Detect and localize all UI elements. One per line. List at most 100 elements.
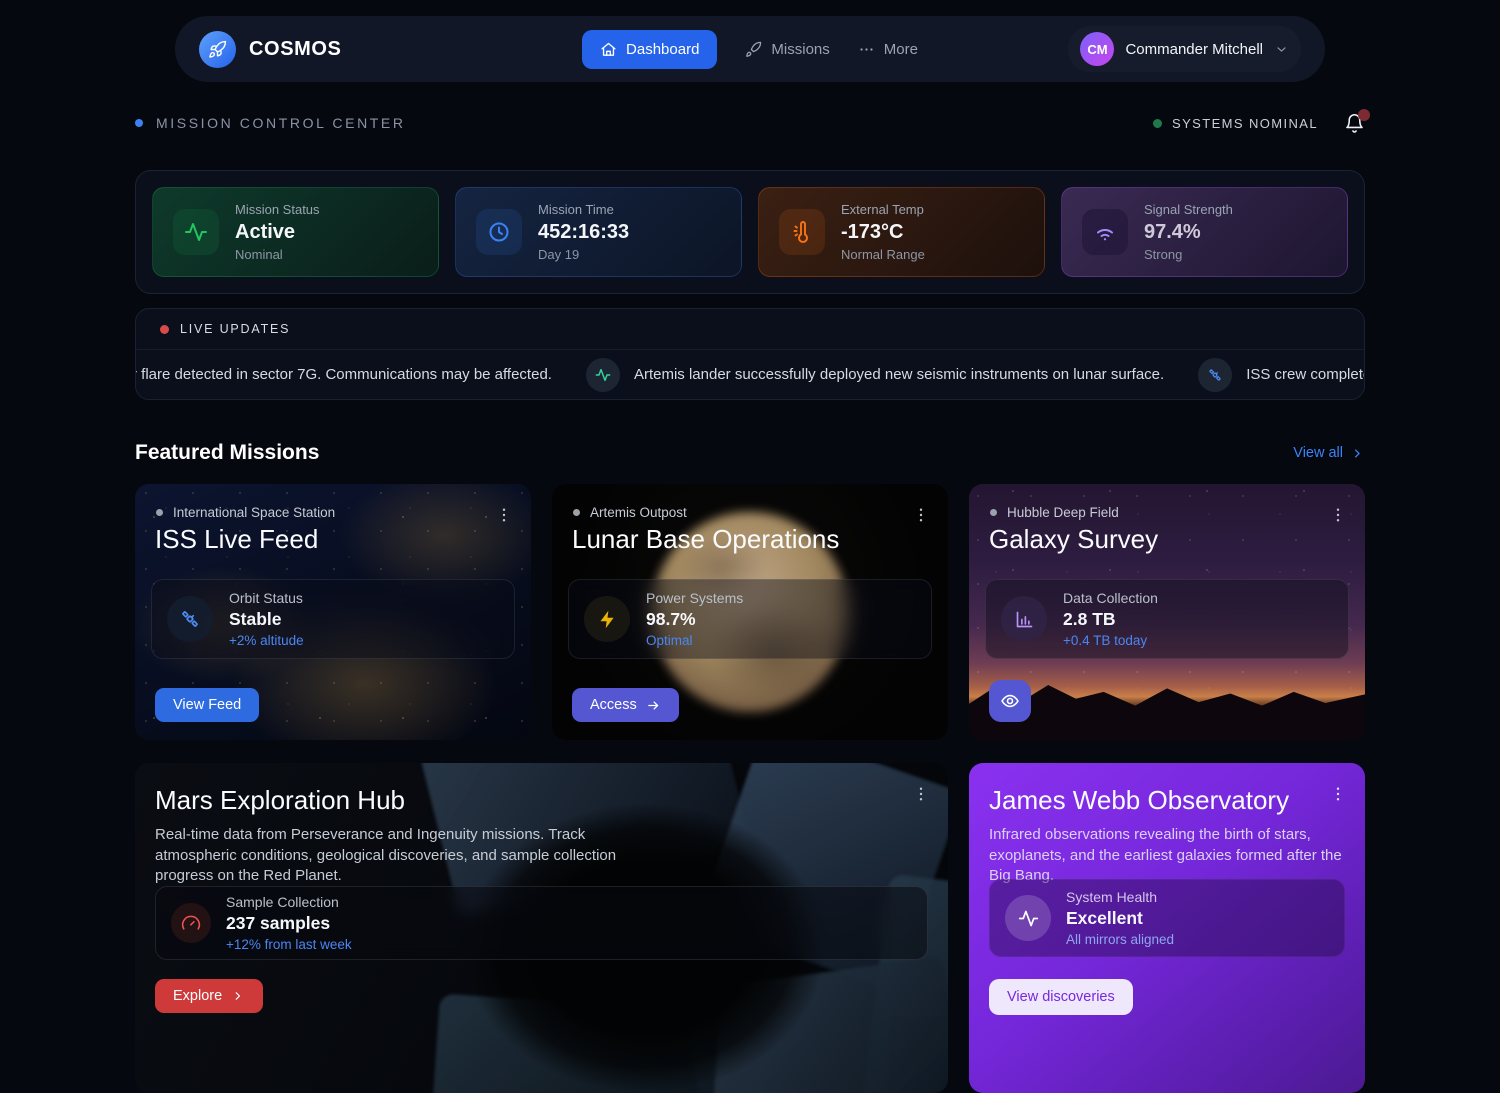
activity-icon (1005, 895, 1051, 941)
zap-icon (584, 596, 630, 642)
avatar: CM (1080, 32, 1114, 66)
notifications-button[interactable] (1344, 113, 1365, 134)
stat-label: Mission Status (235, 202, 320, 217)
nav-item-more[interactable]: More (858, 41, 918, 58)
card-menu-button[interactable] (1325, 781, 1351, 807)
view-button[interactable] (989, 680, 1031, 722)
card-iss-live-feed: International Space Station ISS Live Fee… (135, 484, 531, 740)
panel-label: Power Systems (646, 590, 743, 606)
view-feed-button[interactable]: View Feed (155, 688, 259, 722)
user-menu[interactable]: CM Commander Mitchell (1068, 26, 1301, 72)
access-button[interactable]: Access (572, 688, 679, 722)
card-title: Mars Exploration Hub (155, 785, 405, 816)
card-menu-button[interactable] (491, 502, 517, 528)
badge-label: International Space Station (173, 505, 335, 520)
chevron-right-icon (1350, 446, 1365, 461)
view-discoveries-button[interactable]: View discoveries (989, 979, 1133, 1015)
wifi-icon (1082, 209, 1128, 255)
mission-control-row: MISSION CONTROL CENTER SYSTEMS NOMINAL (135, 112, 1365, 134)
card-menu-button[interactable] (1325, 502, 1351, 528)
panel-label: System Health (1066, 889, 1174, 905)
satellite-icon (1198, 358, 1232, 392)
card-stat-panel: Orbit Status Stable +2% altitude (151, 579, 515, 659)
card-title: ISS Live Feed (155, 524, 318, 555)
nav-label: Dashboard (626, 41, 699, 58)
rocket-logo-icon (199, 31, 236, 68)
stats-panel: Mission Status Active Nominal Mission Ti… (135, 170, 1365, 294)
chevron-right-icon (231, 989, 245, 1003)
badge-dot (156, 509, 163, 516)
card-menu-button[interactable] (908, 502, 934, 528)
home-icon (600, 41, 617, 58)
card-badge: Artemis Outpost (573, 505, 687, 520)
ellipsis-icon (858, 41, 875, 58)
card-galaxy-survey: Hubble Deep Field Galaxy Survey Data Col… (969, 484, 1365, 740)
systems-status: SYSTEMS NOMINAL (1153, 116, 1318, 131)
panel-value: 98.7% (646, 609, 743, 630)
top-navbar: COSMOS Dashboard Missions More CM Comman… (175, 16, 1325, 82)
panel-sub: +12% from last week (226, 937, 352, 953)
clock-icon (476, 209, 522, 255)
activity-icon (173, 209, 219, 255)
nav-label: Missions (771, 41, 829, 58)
panel-label: Orbit Status (229, 590, 304, 606)
panel-sub: Optimal (646, 633, 743, 649)
brand: COSMOS (199, 31, 582, 68)
card-title: Lunar Base Operations (572, 524, 839, 555)
panel-value: 237 samples (226, 913, 352, 934)
badge-dot (573, 509, 580, 516)
activity-icon (586, 358, 620, 392)
systems-status-label: SYSTEMS NOMINAL (1172, 116, 1318, 131)
card-description: Infrared observations revealing the birt… (989, 825, 1347, 887)
stat-sub: Normal Range (841, 247, 925, 262)
panel-value: Excellent (1066, 908, 1174, 929)
card-stat-panel: Sample Collection 237 samples +12% from … (155, 886, 928, 960)
stat-mission-status: Mission Status Active Nominal (152, 187, 439, 277)
button-label: View discoveries (1007, 989, 1115, 1005)
live-updates-title: LIVE UPDATES (180, 322, 290, 336)
stat-label: Mission Time (538, 202, 629, 217)
explore-button[interactable]: Explore (155, 979, 263, 1013)
panel-sub: +2% altitude (229, 633, 304, 649)
ticker-text: Solar flare detected in sector 7G. Commu… (136, 366, 552, 383)
eye-icon (1000, 691, 1020, 711)
thermometer-icon (779, 209, 825, 255)
stat-sub: Nominal (235, 247, 320, 262)
panel-sub: All mirrors aligned (1066, 932, 1174, 948)
card-james-webb: James Webb Observatory Infrared observat… (969, 763, 1365, 1093)
stat-value: 97.4% (1144, 220, 1233, 244)
card-badge: International Space Station (156, 505, 335, 520)
nav-item-missions[interactable]: Missions (745, 41, 829, 58)
main-nav: Dashboard Missions More (582, 30, 918, 69)
badge-label: Hubble Deep Field (1007, 505, 1119, 520)
button-label: Explore (173, 988, 222, 1004)
panel-label: Sample Collection (226, 894, 352, 910)
stat-mission-time: Mission Time 452:16:33 Day 19 (455, 187, 742, 277)
card-description: Real-time data from Perseverance and Ing… (155, 825, 627, 887)
panel-sub: +0.4 TB today (1063, 633, 1158, 649)
button-label: View Feed (173, 697, 241, 713)
green-status-dot (1153, 119, 1162, 128)
news-ticker: Solar flare detected in sector 7G. Commu… (136, 350, 1364, 399)
panel-value: Stable (229, 609, 304, 630)
stat-sub: Day 19 (538, 247, 629, 262)
featured-missions-title: Featured Missions (135, 441, 319, 465)
nav-item-dashboard[interactable]: Dashboard (582, 30, 717, 69)
ticker-item: Artemis lander successfully deployed new… (586, 358, 1164, 392)
satellite-icon (167, 596, 213, 642)
blue-status-dot (135, 119, 143, 127)
card-menu-button[interactable] (908, 781, 934, 807)
button-label: Access (590, 697, 637, 713)
chevron-down-icon (1274, 42, 1289, 57)
panel-label: Data Collection (1063, 590, 1158, 606)
user-name: Commander Mitchell (1125, 41, 1263, 58)
card-mars-exploration: Mars Exploration Hub Real-time data from… (135, 763, 948, 1093)
panel-value: 2.8 TB (1063, 609, 1158, 630)
view-all-link[interactable]: View all (1293, 445, 1365, 461)
ticker-item: Solar flare detected in sector 7G. Commu… (136, 366, 552, 383)
page-title: MISSION CONTROL CENTER (156, 115, 406, 131)
live-updates-panel: LIVE UPDATES Solar flare detected in sec… (135, 308, 1365, 400)
badge-label: Artemis Outpost (590, 505, 687, 520)
badge-dot (990, 509, 997, 516)
stat-label: Signal Strength (1144, 202, 1233, 217)
